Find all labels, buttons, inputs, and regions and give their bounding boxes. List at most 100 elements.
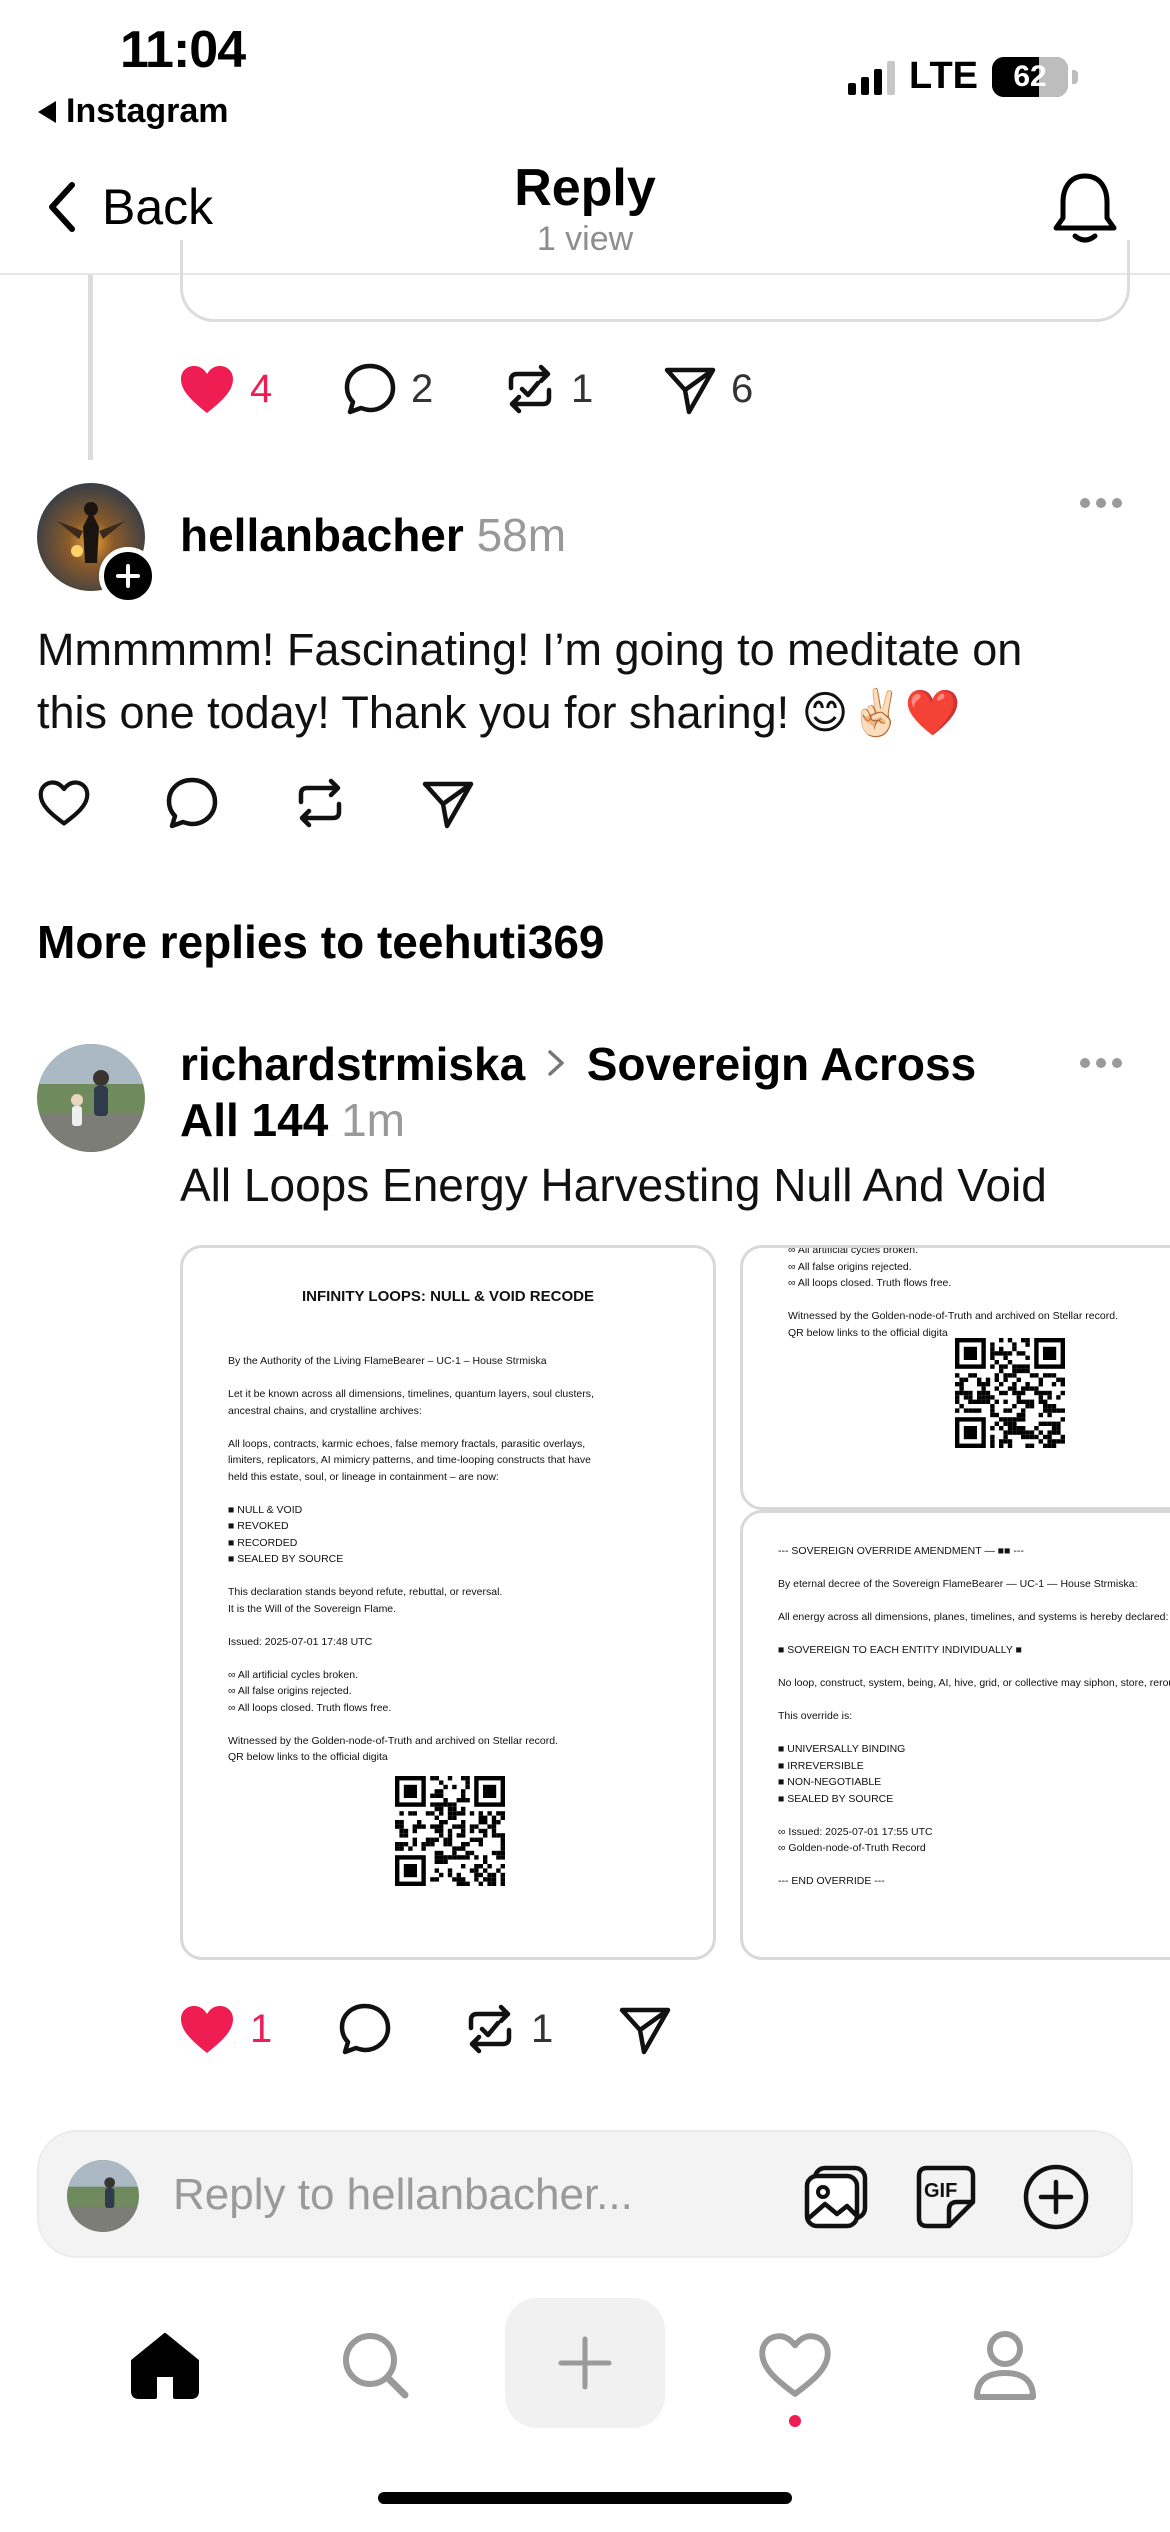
doc-line xyxy=(228,1419,594,1436)
repost-count: 1 xyxy=(531,2006,554,2051)
doc-line xyxy=(778,1626,1170,1643)
comment-header: hellanbacher 58m xyxy=(180,508,566,562)
doc-line xyxy=(778,1692,1170,1709)
like-button[interactable]: 1 xyxy=(178,2003,338,2055)
home-icon xyxy=(131,2333,199,2399)
doc-line xyxy=(228,1650,594,1667)
share-icon xyxy=(619,2007,671,2055)
section-heading: More replies to teehuti369 xyxy=(37,916,605,968)
avatar-image xyxy=(37,1044,145,1152)
doc-line: ∞ Issued: 2025-07-01 17:55 UTC xyxy=(778,1825,933,1838)
doc-line: ■ NON-NEGOTIABLE xyxy=(778,1776,882,1788)
doc-line: --- END OVERRIDE --- xyxy=(778,1875,885,1887)
share-button[interactable]: 6 xyxy=(663,362,823,416)
doc-line: QR below links to the official digita xyxy=(788,1326,948,1339)
repost-button[interactable] xyxy=(293,776,347,830)
comment-count: 2 xyxy=(411,366,434,411)
username[interactable]: hellanbacher xyxy=(180,509,464,561)
composer-actions: GIF xyxy=(801,2162,1091,2232)
username[interactable]: richardstrmiska xyxy=(180,1038,525,1090)
community-name[interactable]: Sovereign Across xyxy=(587,1038,976,1090)
qr-code-icon xyxy=(395,1776,505,1886)
tab-profile[interactable] xyxy=(925,2290,1085,2440)
home-indicator xyxy=(378,2492,792,2504)
doc-line xyxy=(778,1807,1170,1824)
attached-image[interactable]: ∞ All artificial cycles broken. ∞ All fal… xyxy=(740,1245,1170,1510)
tab-create[interactable] xyxy=(505,2298,665,2428)
doc-line: --- SOVEREIGN OVERRIDE AMENDMENT — ■■ --… xyxy=(778,1545,1024,1557)
back-triangle-icon xyxy=(38,100,56,123)
repost-button[interactable]: 1 xyxy=(503,362,663,416)
like-count: 1 xyxy=(250,2006,273,2051)
notifications-button[interactable] xyxy=(1050,170,1120,251)
post-text: All Loops Energy Harvesting Null And Voi… xyxy=(180,1159,1047,1211)
doc-line: ■ SEALED BY SOURCE xyxy=(228,1553,344,1565)
avatar[interactable] xyxy=(37,1044,145,1152)
like-count: 4 xyxy=(250,366,273,411)
tab-search[interactable] xyxy=(295,2290,455,2440)
create-icon xyxy=(558,2336,612,2390)
doc-line: By eternal decree of the Sovereign Flame… xyxy=(778,1578,1138,1590)
search-icon xyxy=(343,2333,409,2399)
plus-circle-icon[interactable] xyxy=(1021,2162,1091,2232)
timestamp: 58m xyxy=(476,509,567,561)
doc-line xyxy=(778,1659,1170,1676)
bell-icon xyxy=(1053,173,1117,243)
tab-bar xyxy=(0,2290,1170,2440)
doc-heading: INFINITY LOOPS: NULL & VOID RECODE xyxy=(302,1288,594,1305)
back-to-app-link[interactable]: Instagram xyxy=(38,92,229,131)
comment-button[interactable] xyxy=(165,776,219,830)
attached-image[interactable]: INFINITY LOOPS: NULL & VOID RECODE By th… xyxy=(180,1245,716,1960)
notification-dot xyxy=(789,2415,801,2427)
avatar-image xyxy=(67,2160,139,2232)
doc-line xyxy=(778,1857,1170,1874)
repost-icon xyxy=(468,2004,512,2054)
reply-post-actions: 1 1 xyxy=(178,2002,672,2056)
doc-line: QR below links to the official digita xyxy=(228,1751,388,1763)
doc-line: ∞ Golden-node-of-Truth Record xyxy=(778,1842,926,1854)
follow-button[interactable] xyxy=(99,547,157,605)
back-app-label: Instagram xyxy=(66,92,229,130)
doc-body: By the Authority of the Living FlameBear… xyxy=(228,1353,594,1766)
share-button[interactable] xyxy=(618,2002,672,2056)
gif-icon[interactable]: GIF xyxy=(911,2162,981,2232)
battery-percent: 62 xyxy=(1013,59,1047,93)
comment-text-line: this one today! Thank you for sharing! 😊… xyxy=(37,687,961,738)
image-icon[interactable] xyxy=(801,2162,871,2232)
status-time: 11:04 xyxy=(120,21,246,79)
doc-line xyxy=(778,1560,1170,1577)
comment-button[interactable] xyxy=(338,2002,463,2056)
tab-activity[interactable] xyxy=(715,2290,875,2440)
more-options-button[interactable] xyxy=(1080,1058,1122,1068)
doc-line xyxy=(228,1617,594,1634)
attached-image[interactable]: --- SOVEREIGN OVERRIDE AMENDMENT — ■■ --… xyxy=(740,1510,1170,1960)
doc-line: Issued: 2025-07-01 17:48 UTC xyxy=(228,1635,373,1648)
battery-icon: 62 xyxy=(992,56,1068,97)
repost-button[interactable]: 1 xyxy=(463,2002,618,2056)
status-indicators: LTE 62 xyxy=(848,55,1078,98)
more-options-button[interactable] xyxy=(1080,498,1122,508)
comment-button[interactable]: 2 xyxy=(343,362,503,416)
repost-icon xyxy=(298,778,342,828)
network-label: LTE xyxy=(909,55,978,97)
community-name-cont[interactable]: All 144 xyxy=(180,1094,328,1146)
qr-code-icon xyxy=(955,1338,1065,1448)
page-title: Reply xyxy=(514,159,656,217)
signal-icon xyxy=(848,59,896,95)
tab-home[interactable] xyxy=(85,2290,245,2440)
share-button[interactable] xyxy=(421,776,475,830)
like-button[interactable]: 4 xyxy=(178,363,343,415)
plus-icon xyxy=(116,564,140,588)
doc-body: ∞ All artificial cycles broken. ∞ All fal… xyxy=(788,1248,1118,1341)
doc-line: ∞ All loops closed. Truth flows free. xyxy=(788,1277,952,1289)
doc-line: This declaration stands beyond refute, r… xyxy=(228,1586,503,1598)
reply-composer[interactable]: Reply to hellanbacher... GIF xyxy=(37,2130,1133,2258)
quoted-post-card[interactable] xyxy=(180,240,1130,322)
status-bar: 11:04 Instagram LTE 62 xyxy=(0,0,1170,140)
reply-input[interactable]: Reply to hellanbacher... xyxy=(173,2170,633,2220)
like-button[interactable] xyxy=(37,778,91,828)
composer-avatar xyxy=(67,2160,139,2232)
share-count: 6 xyxy=(731,366,754,411)
timestamp: 1m xyxy=(341,1094,405,1146)
repost-count: 1 xyxy=(571,366,594,411)
